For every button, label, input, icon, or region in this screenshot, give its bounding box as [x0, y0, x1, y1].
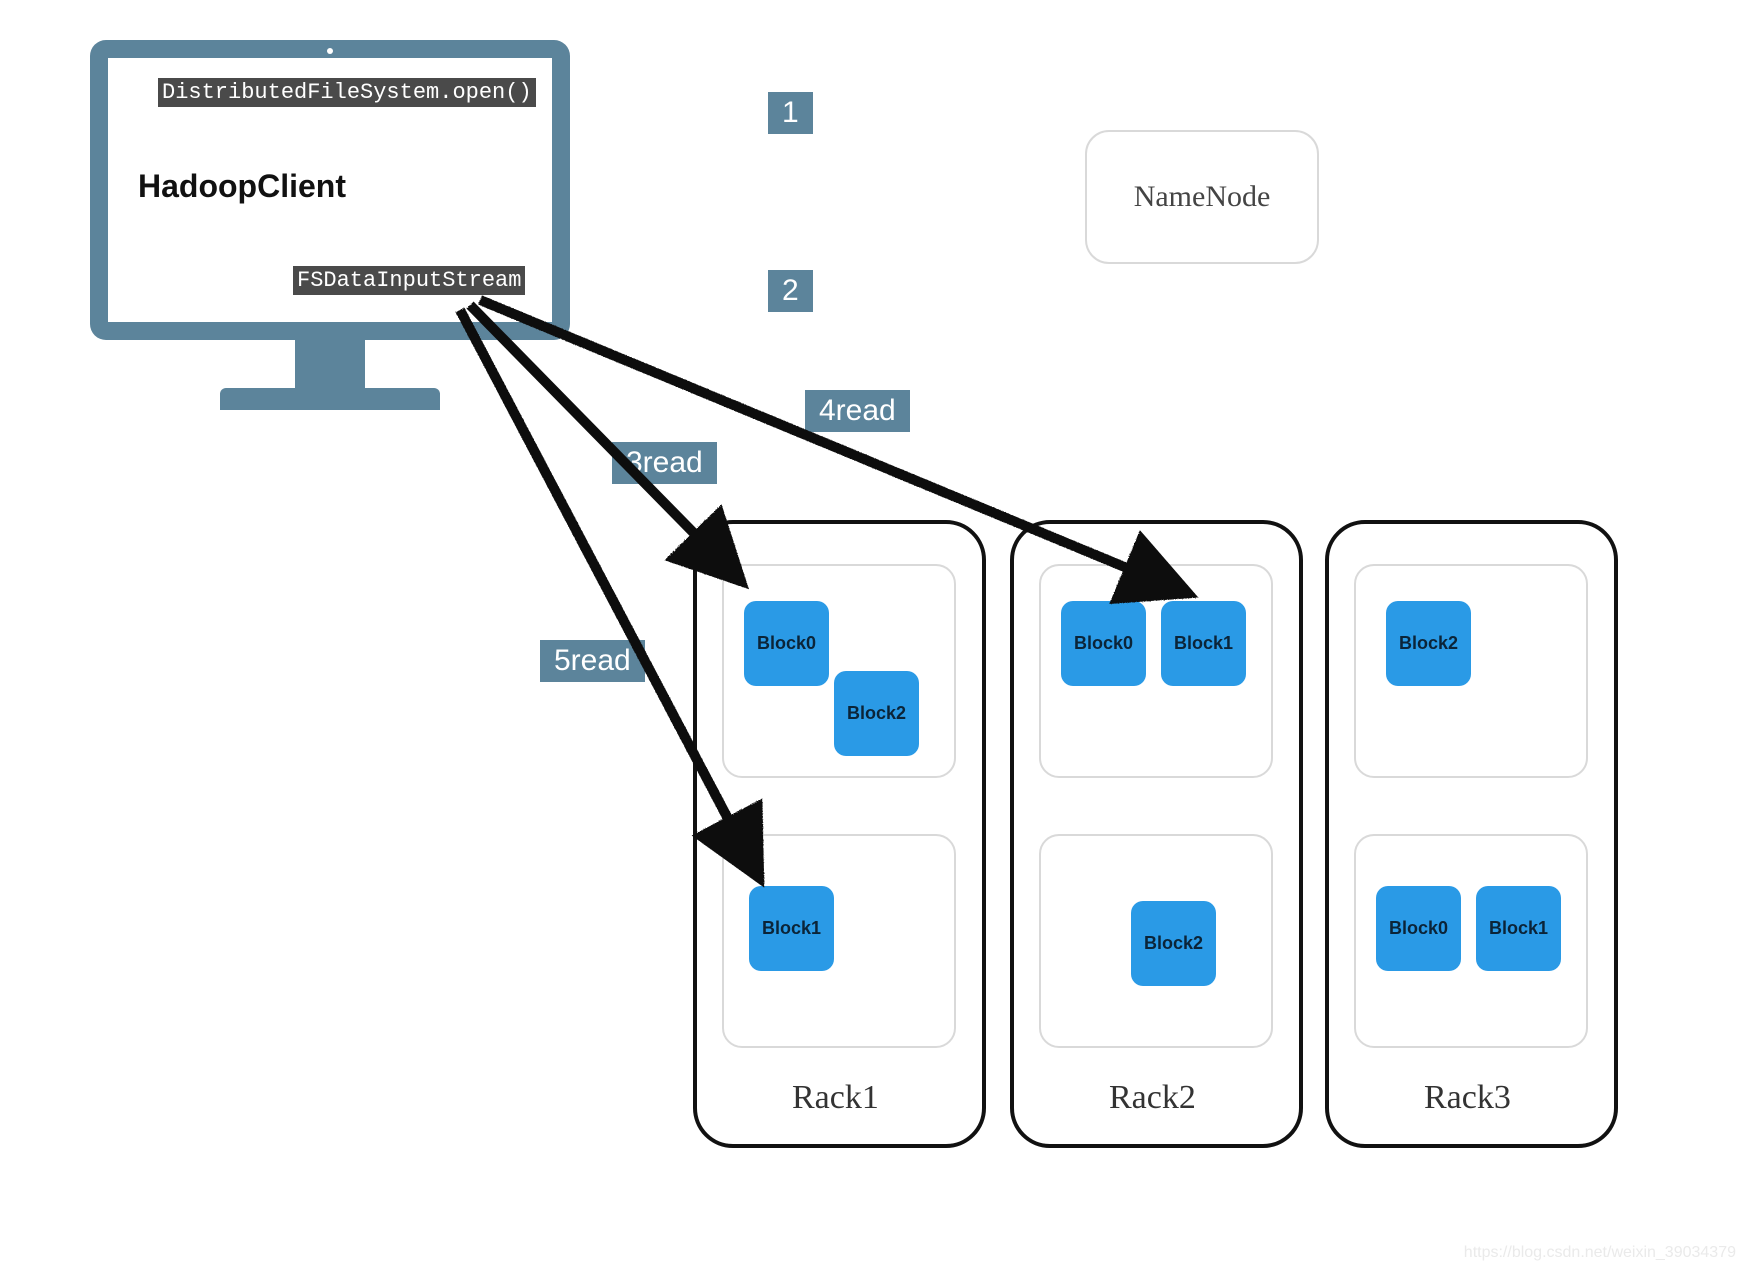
- rack2-block1: Block1: [1161, 601, 1246, 686]
- rack2-block2: Block2: [1131, 901, 1216, 986]
- rack-1: Block0 Block2 Block1 Rack1: [693, 520, 986, 1148]
- rack-1-label: Rack1: [792, 1079, 879, 1117]
- step-3-label: 3read: [612, 442, 717, 484]
- rack-3-bottom: Block0 Block1: [1354, 834, 1588, 1048]
- namenode-label: NameNode: [1134, 180, 1271, 214]
- rack-1-bottom: Block1: [722, 834, 956, 1048]
- rack3-block0: Block0: [1376, 886, 1461, 971]
- rack-2: Block0 Block1 Block2 Rack2: [1010, 520, 1303, 1148]
- rack1-block2: Block2: [834, 671, 919, 756]
- rack-2-label: Rack2: [1109, 1079, 1196, 1117]
- rack1-block1: Block1: [749, 886, 834, 971]
- rack-3-label: Rack3: [1424, 1079, 1511, 1117]
- monitor-neck-icon: [295, 338, 365, 388]
- rack-2-bottom: Block2: [1039, 834, 1273, 1048]
- rack-3-top: Block2: [1354, 564, 1588, 778]
- input-stream-label: FSDataInputStream: [293, 266, 525, 295]
- rack-1-top: Block0 Block2: [722, 564, 956, 778]
- monitor-camera-icon: [327, 48, 333, 54]
- namenode-box: NameNode: [1085, 130, 1319, 264]
- rack1-block0: Block0: [744, 601, 829, 686]
- rack-2-top: Block0 Block1: [1039, 564, 1273, 778]
- rack2-block0: Block0: [1061, 601, 1146, 686]
- monitor-frame: DistributedFileSystem.open() HadoopClien…: [90, 40, 570, 340]
- rack-3: Block2 Block0 Block1 Rack3: [1325, 520, 1618, 1148]
- step-1-label: 1: [768, 92, 813, 134]
- open-call-label: DistributedFileSystem.open(): [158, 78, 536, 107]
- step-2-label: 2: [768, 270, 813, 312]
- monitor-base-icon: [220, 388, 440, 410]
- watermark: https://blog.csdn.net/weixin_39034379: [1464, 1244, 1736, 1262]
- hadoop-client-monitor: DistributedFileSystem.open() HadoopClien…: [90, 40, 570, 420]
- client-title: HadoopClient: [138, 168, 346, 205]
- rack3-block1: Block1: [1476, 886, 1561, 971]
- step-5-label: 5read: [540, 640, 645, 682]
- step-4-label: 4read: [805, 390, 910, 432]
- rack3-block2: Block2: [1386, 601, 1471, 686]
